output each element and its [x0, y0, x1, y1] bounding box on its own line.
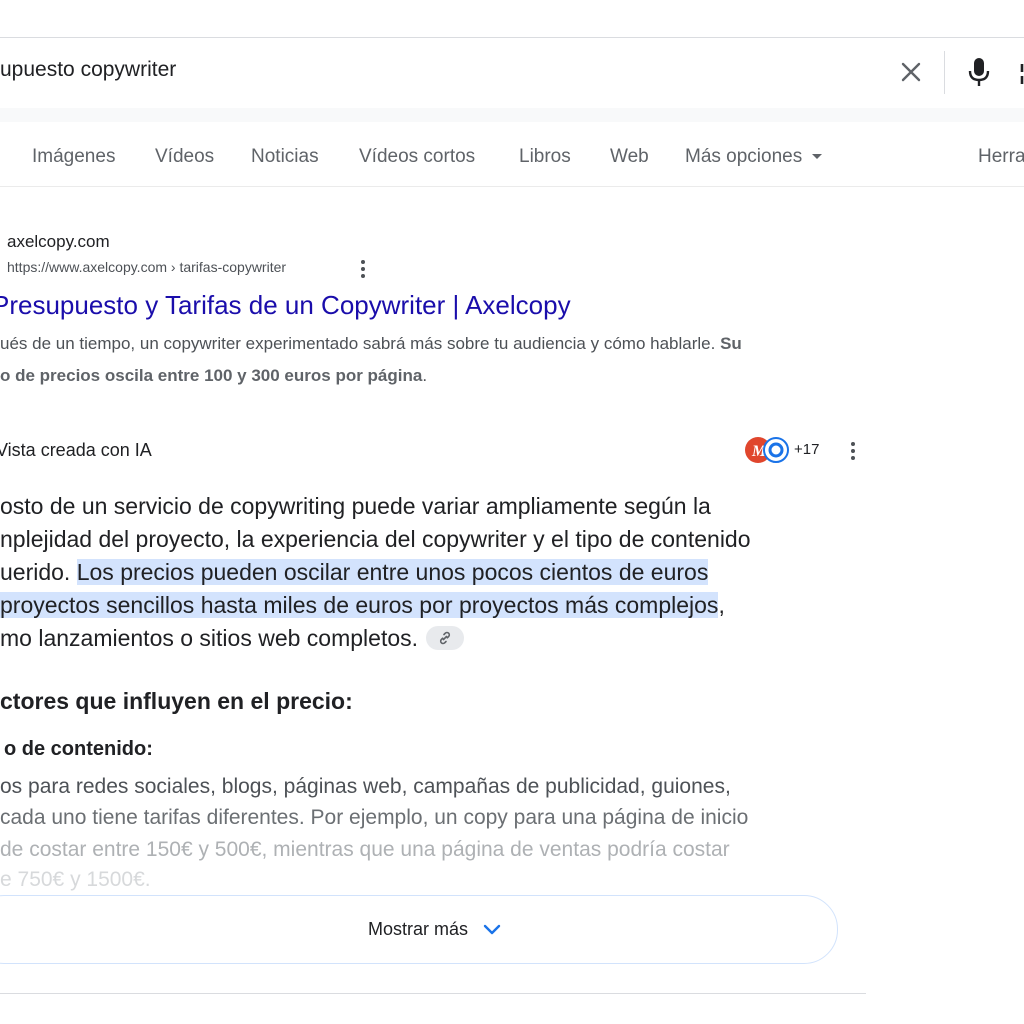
ai-overview-text: uerido. Los precios pueden oscilar entre… [0, 559, 709, 586]
tab-news[interactable]: Noticias [251, 146, 319, 168]
ai-highlighted-text: Los precios pueden oscilar entre unos po… [76, 559, 709, 585]
header-separator [0, 108, 1024, 122]
search-divider [944, 51, 945, 94]
ai-highlighted-text: proyectos sencillos hasta miles de euros… [0, 592, 719, 618]
ai-overview-text: os para redes sociales, blogs, páginas w… [0, 775, 731, 798]
show-more-label: Mostrar más [367, 919, 468, 939]
ai-overview-label: Vista creada con IA [0, 440, 152, 460]
snippet-bold-text: o de precios oscila entre 100 y 300 euro… [0, 366, 423, 385]
ai-overview-text: e 750€ y 1500€. [0, 868, 151, 891]
close-icon[interactable] [897, 58, 925, 86]
section-divider [0, 993, 866, 994]
tab-web[interactable]: Web [610, 146, 649, 168]
ai-overview-text: mo lanzamientos o sitios web completos. [0, 625, 465, 652]
ai-overview-text: osto de un servicio de copywriting puede… [0, 493, 711, 519]
tab-images[interactable]: Imágenes [32, 146, 115, 168]
result-site-name[interactable]: axelcopy.com [7, 232, 110, 252]
snippet-text: ués de un tiempo, un copywriter experime… [0, 334, 721, 353]
subsection-heading: o de contenido: [4, 738, 153, 760]
ai-overview-text: proyectos sencillos hasta miles de euros… [0, 592, 725, 619]
sources-count[interactable]: +17 [794, 441, 819, 458]
caret-down-icon [812, 154, 823, 160]
tab-more-options[interactable]: Más opciones [685, 146, 823, 168]
tab-books[interactable]: Libros [519, 146, 571, 168]
tab-videos[interactable]: Vídeos [155, 146, 214, 168]
chevron-down-icon [483, 924, 501, 934]
more-vert-icon[interactable] [355, 258, 371, 280]
ai-overview-text: cada uno tiene tarifas diferentes. Por e… [0, 806, 749, 829]
ai-text-plain: uerido. [0, 559, 77, 585]
microphone-icon[interactable] [964, 55, 994, 89]
tab-tools[interactable]: Herra [978, 146, 1024, 168]
tabs-divider [0, 186, 1024, 187]
ai-overview-text: de costar entre 150€ y 500€, mientras qu… [0, 838, 730, 861]
search-input[interactable]: upuesto copywriter [0, 58, 176, 82]
result-url[interactable]: https://www.axelcopy.com › tarifas-copyw… [7, 259, 286, 275]
show-more-button[interactable]: Mostrar más [0, 895, 838, 964]
source-favicons-icon[interactable]: M [744, 436, 790, 464]
result-snippet-continued: o de precios oscila entre 100 y 300 euro… [0, 366, 427, 386]
section-heading: ctores que influyen en el precio: [0, 688, 353, 714]
link-icon[interactable] [426, 625, 465, 650]
lens-icon[interactable] [1018, 62, 1024, 86]
tab-short-videos[interactable]: Vídeos cortos [359, 146, 475, 168]
ai-overview-text: nplejidad del proyecto, la experiencia d… [0, 526, 751, 552]
result-snippet: ués de un tiempo, un copywriter experime… [0, 334, 742, 354]
snippet-text: . [422, 366, 428, 385]
result-title-link[interactable]: Presupuesto y Tarifas de un Copywriter |… [0, 290, 571, 321]
snippet-bold-text: Su [720, 334, 742, 353]
ai-text-plain: , [718, 592, 725, 618]
tab-more-options-label: Más opciones [685, 146, 803, 167]
ai-text-plain: mo lanzamientos o sitios web completos. [0, 625, 419, 651]
more-vert-icon[interactable] [845, 440, 861, 462]
